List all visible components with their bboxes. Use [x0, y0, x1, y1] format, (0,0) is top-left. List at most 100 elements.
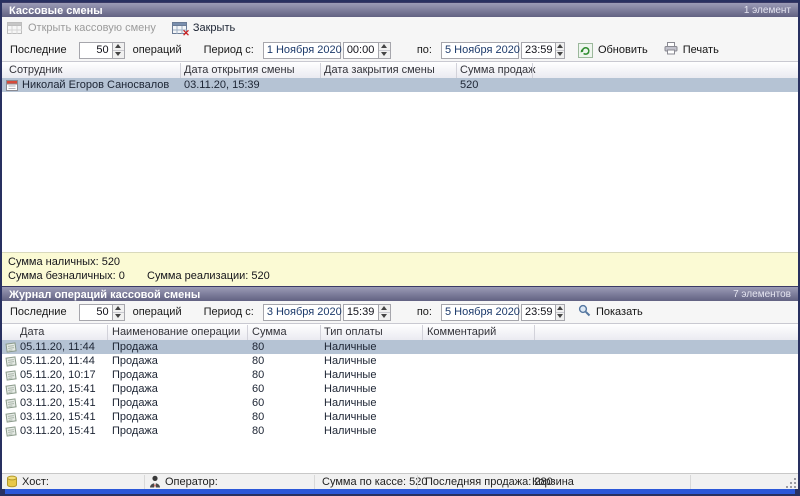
to-label: по:	[417, 44, 432, 56]
shifts-date-from-value: 1 Ноября 2020	[264, 43, 345, 58]
column-header-sum[interactable]: Сумма	[252, 326, 287, 338]
journal-payment: Наличные	[324, 354, 376, 368]
journal-operation: Продажа	[112, 368, 158, 382]
receipt-icon	[5, 369, 17, 381]
shifts-date-from-select[interactable]: 1 Ноября 2020	[263, 42, 341, 59]
shifts-time-from-value: 00:00	[344, 43, 378, 58]
journal-time-from-spinner[interactable]: 15:39	[343, 304, 391, 321]
journal-operation: Продажа	[112, 340, 158, 354]
spinner-arrows	[555, 305, 563, 320]
operations-label: операций	[133, 44, 182, 56]
journal-date-from-select[interactable]: 3 Ноября 2020	[263, 304, 341, 321]
spin-down-button[interactable]	[556, 50, 563, 58]
column-header-employee[interactable]: Сотрудник	[9, 64, 62, 76]
shifts-toolbar: Открыть кассовую смену ✕ Закрыть	[2, 17, 798, 40]
summary-realization: Сумма реализации: 520	[147, 270, 270, 282]
summary-cashless: Сумма безналичных: 0	[8, 270, 125, 282]
shifts-count-spinner[interactable]: 50	[79, 42, 125, 59]
journal-operation: Продажа	[112, 410, 158, 424]
status-bar: Хост: Оператор: Сумма по кассе: 520 Посл…	[2, 473, 798, 490]
column-header-comment[interactable]: Комментарий	[427, 326, 496, 338]
shifts-time-to-spinner[interactable]: 23:59	[521, 42, 565, 59]
print-button[interactable]: Печать	[664, 42, 719, 58]
to-label: по:	[417, 306, 432, 318]
journal-date: 03.11.20, 15:41	[20, 424, 96, 438]
shifts-time-from-spinner[interactable]: 00:00	[343, 42, 391, 59]
open-shift-button[interactable]: Открыть кассовую смену	[7, 22, 156, 35]
shifts-table-body: Николай Егоров Саносвалов 03.11.20, 15:3…	[2, 78, 798, 92]
app-window: Кассовые смены 1 элемент Открыть кассову…	[0, 0, 800, 496]
journal-time-from-value: 15:39	[344, 305, 378, 320]
journal-row[interactable]: 05.11.20, 11:44 Продажа 80 Наличные	[2, 354, 798, 368]
spin-up-button[interactable]	[556, 305, 563, 312]
spin-down-button[interactable]	[556, 312, 563, 320]
journal-row[interactable]: 05.11.20, 10:17 Продажа 80 Наличные	[2, 368, 798, 382]
journal-sum: 60	[252, 396, 264, 410]
journal-sum: 80	[252, 410, 264, 424]
spin-up-button[interactable]	[113, 305, 124, 312]
spinner-arrows	[378, 43, 390, 58]
journal-section-header: Журнал операций кассовой смены 7 элемент…	[2, 286, 798, 302]
shifts-summary-panel: Сумма наличных: 520 Сумма безналичных: 0…	[2, 252, 798, 287]
spin-up-button[interactable]	[113, 43, 124, 50]
receipt-icon	[5, 355, 17, 367]
spin-up-button[interactable]	[379, 43, 390, 50]
show-label: Показать	[596, 306, 643, 318]
spinner-arrows	[378, 305, 390, 320]
journal-time-to-value: 23:59	[522, 305, 556, 320]
spin-up-button[interactable]	[556, 43, 563, 50]
journal-time-to-spinner[interactable]: 23:59	[521, 304, 565, 321]
receipt-icon	[5, 425, 17, 437]
journal-date: 03.11.20, 15:41	[20, 382, 96, 396]
journal-filterbar: Последние 50 операций Период с: 3 Ноября…	[2, 301, 798, 324]
close-shift-button[interactable]: ✕ Закрыть	[172, 22, 235, 35]
spinner-arrows	[112, 43, 124, 58]
status-cash-total: Сумма по кассе: 520	[322, 476, 428, 488]
journal-row[interactable]: 03.11.20, 15:41 Продажа 60 Наличные	[2, 382, 798, 396]
column-header-open-date[interactable]: Дата открытия смены	[184, 64, 295, 76]
status-host: Хост:	[22, 476, 49, 488]
spin-down-button[interactable]	[379, 50, 390, 58]
journal-payment: Наличные	[324, 424, 376, 438]
journal-sum: 80	[252, 368, 264, 382]
close-x-icon: ✕	[182, 29, 190, 38]
shift-open-date: 03.11.20, 15:39	[184, 78, 260, 92]
journal-date: 03.11.20, 15:41	[20, 396, 96, 410]
printer-icon	[664, 42, 678, 58]
spin-down-button[interactable]	[379, 312, 390, 320]
close-shift-label: Закрыть	[193, 22, 235, 34]
refresh-button[interactable]: Обновить	[578, 43, 648, 58]
show-button[interactable]: Показать	[578, 304, 643, 320]
spinner-arrows	[112, 305, 124, 320]
spin-down-button[interactable]	[113, 312, 124, 320]
column-header-sales[interactable]: Сумма продаж	[460, 64, 535, 76]
journal-date-to-select[interactable]: 5 Ноября 2020	[441, 304, 519, 321]
journal-operation: Продажа	[112, 396, 158, 410]
shifts-date-to-select[interactable]: 5 Ноября 2020	[441, 42, 519, 59]
receipt-icon	[5, 341, 17, 353]
journal-table-body: 05.11.20, 11:44 Продажа 80 Наличные 05.1…	[2, 340, 798, 438]
journal-row[interactable]: 03.11.20, 15:41 Продажа 60 Наличные	[2, 396, 798, 410]
open-shift-icon	[7, 22, 23, 35]
journal-operation: Продажа	[112, 382, 158, 396]
journal-date: 03.11.20, 15:41	[20, 410, 96, 424]
spin-down-button[interactable]	[113, 50, 124, 58]
summary-cash: Сумма наличных: 520	[8, 256, 120, 268]
resize-grip[interactable]	[787, 479, 796, 488]
spin-up-button[interactable]	[379, 305, 390, 312]
journal-count-spinner[interactable]: 50	[79, 304, 125, 321]
period-from-label: Период с:	[204, 44, 254, 56]
journal-operation: Продажа	[112, 354, 158, 368]
spinner-arrows	[555, 43, 563, 58]
journal-count-badge: 7 элементов	[733, 289, 791, 300]
journal-row[interactable]: 05.11.20, 11:44 Продажа 80 Наличные	[2, 340, 798, 354]
column-header-operation[interactable]: Наименование операции	[112, 326, 240, 338]
column-header-date[interactable]: Дата	[20, 326, 44, 338]
journal-row[interactable]: 03.11.20, 15:41 Продажа 80 Наличные	[2, 424, 798, 438]
shifts-date-to-value: 5 Ноября 2020	[442, 43, 523, 58]
journal-row[interactable]: 03.11.20, 15:41 Продажа 80 Наличные	[2, 410, 798, 424]
status-basket: Корзина	[532, 476, 574, 488]
column-header-payment[interactable]: Тип оплаты	[324, 326, 383, 338]
shift-row[interactable]: Николай Егоров Саносвалов 03.11.20, 15:3…	[2, 78, 798, 92]
column-header-close-date[interactable]: Дата закрытия смены	[324, 64, 435, 76]
